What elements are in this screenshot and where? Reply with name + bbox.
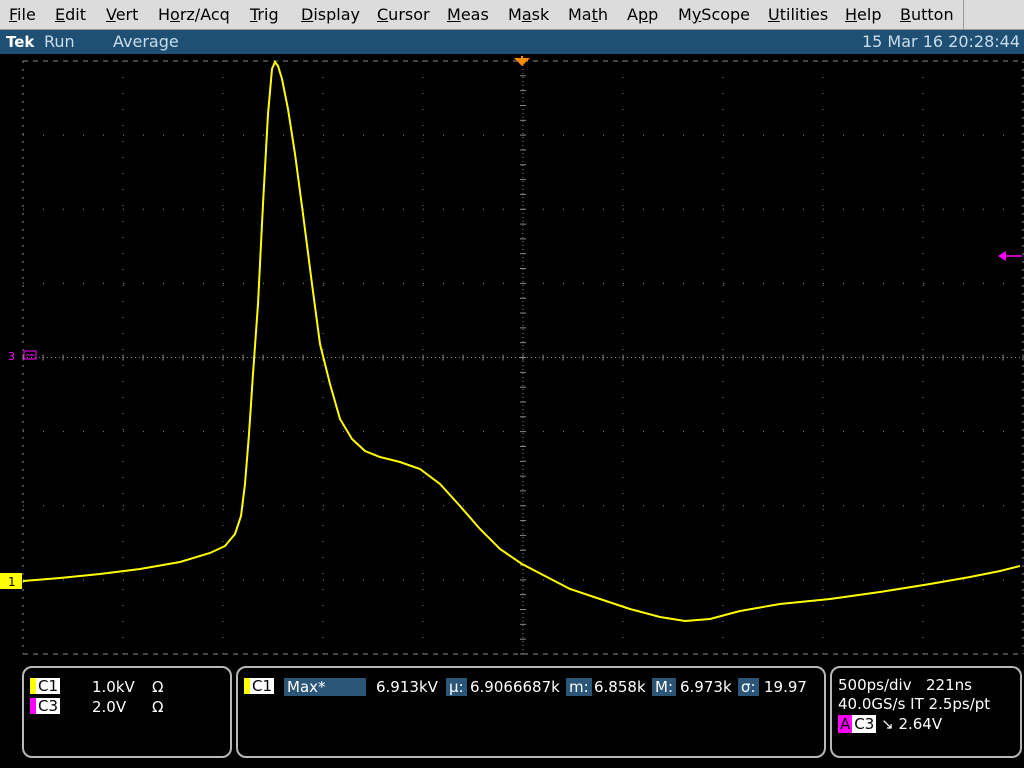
sigma-label: σ: bbox=[738, 678, 759, 696]
trigger-readout[interactable]: A C3 ↘ 2.64V bbox=[838, 715, 942, 733]
menu-item-text: isplay bbox=[313, 5, 360, 24]
status-bar: Tek Run Average 15 Mar 16 20:28:44 bbox=[0, 30, 1024, 54]
menu-item-text: eas bbox=[460, 5, 489, 24]
menu-item-text: Scope bbox=[701, 5, 751, 24]
menu-bar-separator bbox=[963, 0, 964, 30]
min-value: 6.858k bbox=[594, 678, 646, 696]
menu-item-button[interactable]: Button bbox=[900, 5, 954, 25]
menu-item-text: tilities bbox=[779, 5, 829, 24]
menu-item-mnemonic: p bbox=[637, 5, 649, 24]
menu-item-mnemonic: E bbox=[55, 5, 66, 24]
menu-item-mnemonic: B bbox=[900, 5, 911, 24]
menu-item-text: M bbox=[678, 5, 692, 24]
menu-item-text: p bbox=[648, 5, 659, 24]
menu-item-mnemonic: C bbox=[377, 5, 389, 24]
measurement-channel-tag[interactable]: C1 bbox=[244, 678, 275, 694]
menu-item-horzacq[interactable]: Horz/Acq bbox=[158, 5, 230, 25]
trigger-level-icon[interactable] bbox=[998, 251, 1022, 261]
menu-item-text: h bbox=[597, 5, 609, 24]
menu-item-myscope[interactable]: MyScope bbox=[678, 5, 750, 25]
menu-item-mask[interactable]: Mask bbox=[508, 5, 549, 25]
ch3-coupling: Ω bbox=[152, 698, 164, 716]
menu-item-utilities[interactable]: Utilities bbox=[768, 5, 828, 25]
menu-item-cursor[interactable]: Cursor bbox=[377, 5, 430, 25]
max-label: M: bbox=[652, 678, 676, 696]
timestamp: 15 Mar 16 20:28:44 bbox=[861, 32, 1020, 51]
ch1-coupling: Ω bbox=[152, 678, 164, 696]
menu-item-mnemonic: o bbox=[170, 5, 180, 24]
menu-item-edit[interactable]: Edit bbox=[55, 5, 86, 25]
measurement-value: 6.913kV bbox=[376, 678, 438, 696]
menu-item-app[interactable]: App bbox=[627, 5, 658, 25]
ch1-reference-marker[interactable]: 1 bbox=[0, 573, 22, 589]
svg-text:1: 1 bbox=[8, 575, 16, 589]
menu-item-text: utton bbox=[910, 5, 954, 24]
menu-item-text: H bbox=[158, 5, 171, 24]
trigger-source: C3 bbox=[852, 715, 877, 733]
menu-bar: File Edit Vert Horz/Acq Trig Display Cursor Mea… bbox=[0, 0, 1024, 30]
menu-item-text: rig bbox=[257, 5, 279, 24]
menu-item-text: Ma bbox=[568, 5, 592, 24]
menu-item-mnemonic: U bbox=[768, 5, 780, 24]
max-value: 6.973k bbox=[680, 678, 732, 696]
menu-item-mnemonic: F bbox=[9, 5, 18, 24]
ch3-tag[interactable]: C3 bbox=[30, 698, 61, 714]
channel-readout-panel[interactable]: C1 1.0kV Ω C3 2.0V Ω bbox=[22, 666, 232, 758]
min-label: m: bbox=[566, 678, 592, 696]
menu-item-text: ert bbox=[115, 5, 139, 24]
menu-item-math[interactable]: Math bbox=[568, 5, 608, 25]
menu-item-text: rz/Acq bbox=[179, 5, 230, 24]
readout-area: C1 1.0kV Ω C3 2.0V Ω C1 Max* 6.913kV µ: … bbox=[0, 660, 1024, 768]
menu-item-text: A bbox=[627, 5, 638, 24]
trigger-level: 2.64V bbox=[898, 715, 943, 733]
menu-item-mnemonic: D bbox=[301, 5, 314, 24]
ch1-tag[interactable]: C1 bbox=[30, 678, 61, 694]
menu-item-help[interactable]: Help bbox=[845, 5, 881, 25]
menu-item-text: dit bbox=[65, 5, 86, 24]
menu-item-mnemonic: M bbox=[447, 5, 461, 24]
menu-item-mnemonic: a bbox=[521, 5, 532, 24]
horizontal-scale: 500ps/div bbox=[838, 676, 912, 694]
ch1-waveform-trace bbox=[22, 60, 1021, 623]
menu-item-mnemonic: V bbox=[106, 5, 116, 24]
ch3-reference-marker[interactable]: 3 bbox=[8, 350, 37, 363]
ch3-scale: 2.0V bbox=[92, 698, 127, 716]
acquisition-mode-label[interactable]: Average bbox=[113, 32, 179, 52]
timebase-panel[interactable]: 500ps/div 221ns 40.0GS/s IT 2.5ps/pt A C3… bbox=[830, 666, 1022, 758]
menu-item-text: ile bbox=[17, 5, 36, 24]
menu-item-text: ursor bbox=[388, 5, 430, 24]
tek-logo: Tek bbox=[6, 33, 35, 51]
horizontal-delay: 221ns bbox=[926, 676, 972, 694]
menu-item-vert[interactable]: Vert bbox=[106, 5, 138, 25]
run-state-label[interactable]: Run bbox=[44, 32, 75, 52]
menu-item-file[interactable]: File bbox=[9, 5, 36, 25]
menu-item-mnemonic: H bbox=[845, 5, 858, 24]
menu-item-text: M bbox=[508, 5, 522, 24]
measurement-type[interactable]: Max* bbox=[284, 678, 366, 696]
trigger-a-label: A bbox=[838, 715, 853, 733]
menu-item-mnemonic: y bbox=[691, 5, 702, 24]
mean-label: µ: bbox=[446, 678, 467, 696]
sample-rate: 40.0GS/s IT 2.5ps/pt bbox=[838, 695, 991, 713]
menu-item-text: sk bbox=[531, 5, 550, 24]
waveform-display[interactable]: 3 1 bbox=[0, 54, 1024, 658]
menu-item-trig[interactable]: Trig bbox=[250, 5, 279, 25]
sigma-value: 19.97 bbox=[764, 678, 807, 696]
ch1-scale: 1.0kV bbox=[92, 678, 135, 696]
measurement-panel[interactable]: C1 Max* 6.913kV µ: 6.9066687k m: 6.858k … bbox=[236, 666, 826, 758]
menu-item-text: elp bbox=[857, 5, 882, 24]
menu-item-display[interactable]: Display bbox=[301, 5, 360, 25]
svg-text:3: 3 bbox=[8, 350, 15, 363]
mean-value: 6.9066687k bbox=[470, 678, 560, 696]
menu-item-meas[interactable]: Meas bbox=[447, 5, 489, 25]
trigger-slope-icon: ↘ bbox=[881, 715, 894, 733]
